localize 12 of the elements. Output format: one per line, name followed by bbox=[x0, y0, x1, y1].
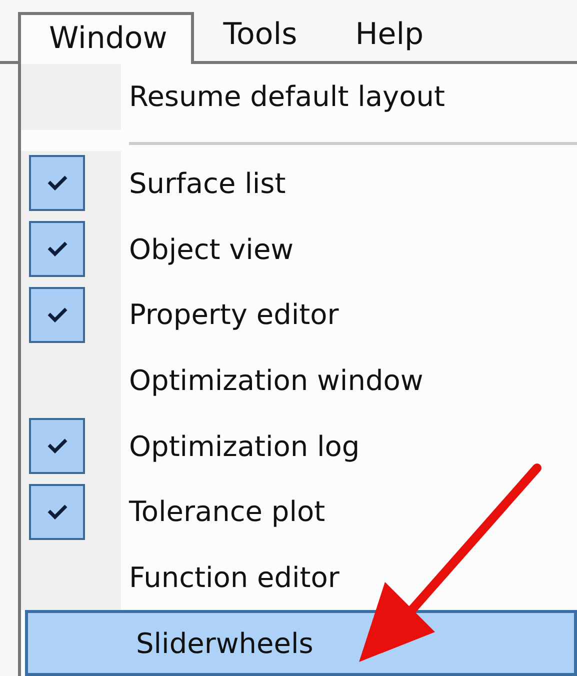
menu-item[interactable]: Optimization window bbox=[21, 348, 577, 414]
menu-bar-item[interactable]: Help bbox=[326, 4, 453, 64]
menu-item[interactable]: Optimization log bbox=[21, 413, 577, 480]
menu-item[interactable]: Surface list bbox=[21, 150, 577, 216]
menu-bar-item[interactable]: Window bbox=[18, 12, 194, 64]
menu-item[interactable]: Object view bbox=[21, 216, 577, 282]
menu-item[interactable]: Property editor bbox=[21, 282, 577, 348]
menu-item[interactable]: Sliderwheels bbox=[25, 610, 577, 676]
menu-bar-item[interactable]: Tools bbox=[194, 4, 326, 64]
menu-item[interactable]: Function editor bbox=[21, 544, 577, 610]
menu-item[interactable]: Tolerance plot bbox=[21, 479, 577, 545]
menu-item[interactable]: Resume default layout bbox=[21, 64, 577, 130]
